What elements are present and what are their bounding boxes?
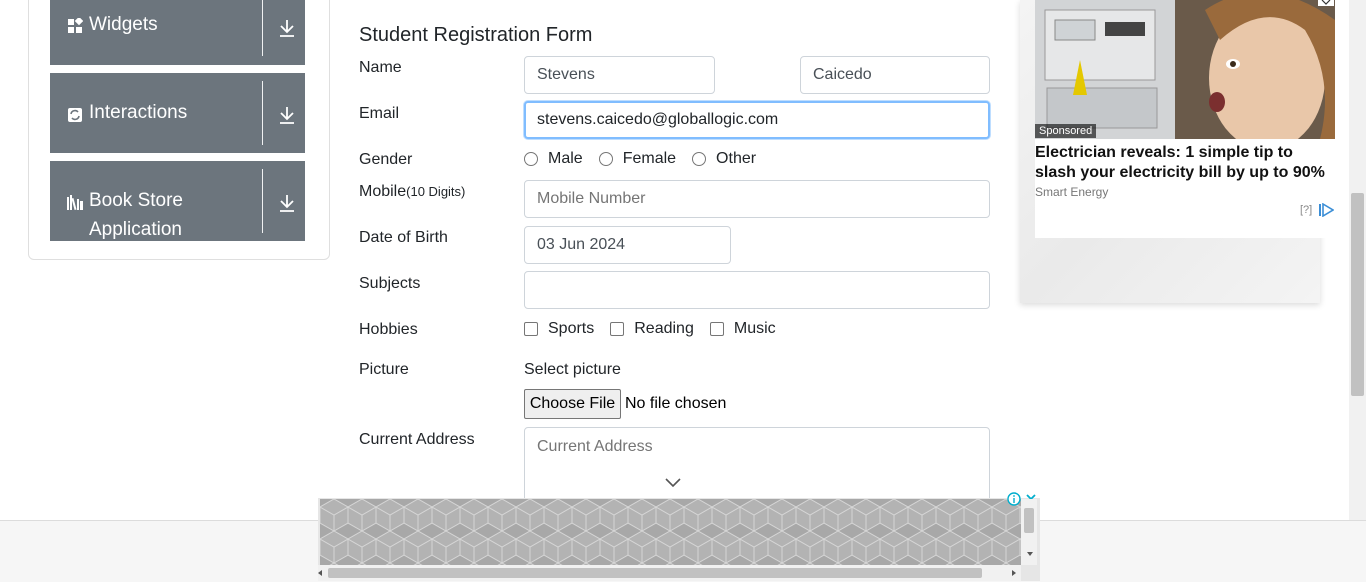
ad-close-icon[interactable] bbox=[1318, 0, 1334, 6]
select-picture-label: Select picture bbox=[524, 361, 621, 378]
radio-label: Male bbox=[548, 150, 583, 167]
bottom-ad-banner[interactable] bbox=[320, 499, 1021, 565]
mobile-hint: (10 Digits) bbox=[406, 184, 466, 199]
download-arrow-icon bbox=[280, 107, 294, 124]
checkbox[interactable] bbox=[709, 322, 724, 336]
radio-label: Female bbox=[622, 150, 677, 167]
gender-radio-male[interactable]: Male bbox=[524, 150, 583, 168]
scroll-right-arrow-icon[interactable] bbox=[1010, 569, 1018, 577]
ad-photo bbox=[1035, 0, 1335, 139]
interactions-icon bbox=[68, 108, 82, 122]
scroll-left-arrow-icon[interactable] bbox=[316, 569, 324, 577]
radio-button[interactable] bbox=[524, 152, 538, 166]
checkbox-label: Reading bbox=[634, 320, 694, 337]
checkbox[interactable] bbox=[524, 322, 538, 336]
file-status-text: No file chosen bbox=[625, 395, 727, 412]
current-address-label: Current Address bbox=[359, 431, 475, 448]
sidebar-group-label: Book Store bbox=[89, 190, 183, 211]
hobby-checkbox-sports[interactable]: Sports bbox=[524, 320, 594, 338]
sidebar-group-label-line2: Application bbox=[89, 219, 182, 240]
first-name-input[interactable] bbox=[524, 56, 715, 94]
checkbox-label: Music bbox=[733, 320, 776, 337]
download-arrow-icon bbox=[280, 20, 294, 37]
checkbox[interactable] bbox=[610, 322, 625, 336]
gender-label: Gender bbox=[359, 151, 413, 168]
mobile-input[interactable] bbox=[524, 180, 990, 218]
radio-button[interactable] bbox=[692, 152, 707, 166]
page-scrollbar-thumb[interactable] bbox=[1351, 193, 1364, 396]
form-title: Student Registration Form bbox=[359, 24, 593, 46]
ad-cube-pattern bbox=[320, 499, 1021, 565]
hobbies-checkbox-group: Sports Reading Music bbox=[524, 320, 776, 338]
sidebar-group-interactions[interactable]: Interactions bbox=[50, 73, 305, 153]
ad-headline[interactable]: Electrician reveals: 1 simple tip to sla… bbox=[1035, 143, 1330, 183]
divider bbox=[262, 169, 263, 233]
date-of-birth-input[interactable] bbox=[524, 226, 731, 264]
bottom-ad-vertical-scrollbar-thumb[interactable] bbox=[1024, 508, 1034, 533]
checkbox-label: Sports bbox=[548, 320, 595, 337]
email-label: Email bbox=[359, 105, 400, 122]
mobile-label-text: Mobile bbox=[359, 183, 407, 200]
radio-button[interactable] bbox=[598, 152, 613, 166]
sidebar-group-label: Widgets bbox=[89, 14, 158, 35]
subjects-input[interactable] bbox=[524, 271, 990, 309]
bottom-ad-horizontal-scrollbar-thumb[interactable] bbox=[328, 568, 982, 578]
sidebar-group-book-store[interactable]: Book Store Application bbox=[50, 161, 305, 241]
gender-radio-group: Male Female Other bbox=[524, 150, 756, 168]
info-icon[interactable] bbox=[1007, 492, 1021, 506]
divider bbox=[262, 0, 263, 56]
gender-radio-female[interactable]: Female bbox=[598, 150, 677, 168]
hobbies-label: Hobbies bbox=[359, 321, 418, 338]
ad-brand[interactable]: Smart Energy bbox=[1035, 185, 1108, 199]
picture-label: Picture bbox=[359, 361, 409, 378]
mobile-label: Mobile(10 Digits) bbox=[359, 183, 465, 201]
current-address-textarea[interactable]: Current Address bbox=[524, 427, 990, 507]
chevron-down-icon[interactable] bbox=[664, 476, 682, 488]
sponsored-badge: Sponsored bbox=[1035, 124, 1097, 138]
sidebar-group-label: Interactions bbox=[89, 102, 188, 123]
widgets-icon bbox=[68, 18, 83, 33]
email-input[interactable] bbox=[524, 101, 990, 139]
download-arrow-icon bbox=[280, 195, 294, 212]
dob-label: Date of Birth bbox=[359, 229, 448, 246]
gender-radio-other[interactable]: Other bbox=[692, 150, 756, 168]
scroll-down-arrow-icon[interactable] bbox=[1026, 550, 1034, 558]
hobby-checkbox-reading[interactable]: Reading bbox=[610, 320, 694, 338]
adchoices-text[interactable]: [?] bbox=[1300, 204, 1312, 216]
ad-image[interactable] bbox=[1035, 0, 1335, 139]
adchoices-icon[interactable] bbox=[1318, 203, 1334, 217]
divider bbox=[262, 81, 263, 145]
book-store-icon bbox=[67, 195, 83, 211]
sidebar-group-widgets[interactable]: Widgets bbox=[50, 0, 305, 65]
hobby-checkbox-music[interactable]: Music bbox=[709, 320, 776, 338]
name-label: Name bbox=[359, 59, 402, 76]
radio-label: Other bbox=[716, 150, 757, 167]
subjects-label: Subjects bbox=[359, 275, 421, 292]
choose-file-button[interactable]: Choose File bbox=[524, 389, 621, 419]
last-name-input[interactable] bbox=[800, 56, 990, 94]
